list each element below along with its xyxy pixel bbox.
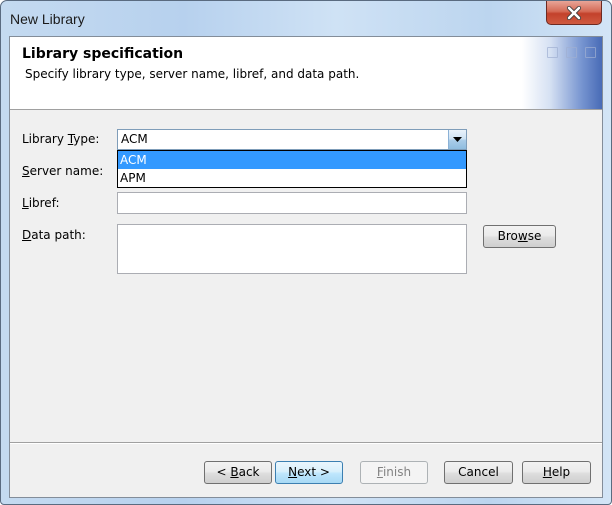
button-text: ext > [297,465,330,479]
button-text: Bro [497,229,518,243]
data-path-input[interactable] [117,224,467,274]
back-button[interactable]: < Back [204,461,272,484]
server-name-label: Server name: [22,164,103,178]
library-type-value: ACM [121,132,148,146]
window-title: New Library [10,11,85,27]
header-decoration-squares [547,47,596,58]
new-library-dialog: New Library Library specification Specif… [0,0,612,505]
button-mnemonic: B [230,465,239,479]
label-mnemonic: L [22,196,29,210]
close-button[interactable] [546,1,602,25]
library-type-dropdown-list: ACM APM [117,150,467,188]
button-text: elp [551,465,571,479]
library-type-label: Library Type: [22,132,99,146]
label-mnemonic: S [22,164,30,178]
page-subtitle: Specify library type, server name, libre… [25,67,360,81]
label-text: ibref: [28,196,60,210]
button-text: se [527,229,542,243]
label-text: erver name: [29,164,104,178]
button-mnemonic: H [542,465,552,479]
dropdown-option-apm[interactable]: APM [118,169,466,187]
title-bar[interactable]: New Library [1,1,611,36]
library-type-select[interactable]: ACM [117,129,467,150]
button-text: ack [238,465,260,479]
browse-button[interactable]: Browse [483,225,556,248]
decoration-square [547,47,558,58]
button-text: < [216,465,231,479]
decoration-square [585,47,596,58]
dialog-client-area: Library specification Specify library ty… [9,36,603,498]
data-path-label: Data path: [22,228,86,242]
next-button[interactable]: Next > [275,461,343,484]
dropdown-option-acm[interactable]: ACM [118,151,466,169]
close-icon [566,5,582,20]
label-text: ype: [73,132,100,146]
wizard-header: Library specification Specify library ty… [10,37,602,110]
cancel-button[interactable]: Cancel [444,461,513,484]
footer-divider [10,442,602,444]
libref-label: Libref: [22,196,60,210]
label-mnemonic: D [22,228,32,242]
label-text: Library [22,132,68,146]
chevron-down-icon [453,137,462,142]
dropdown-button[interactable] [448,130,466,149]
button-text: inish [382,465,412,479]
decoration-square [566,47,577,58]
help-button[interactable]: Help [522,461,591,484]
button-mnemonic: N [288,465,298,479]
libref-input[interactable] [117,192,467,214]
finish-button[interactable]: Finish [360,461,428,484]
button-mnemonic: w [517,229,528,243]
label-text: ata path: [31,228,86,242]
page-title: Library specification [22,46,184,62]
